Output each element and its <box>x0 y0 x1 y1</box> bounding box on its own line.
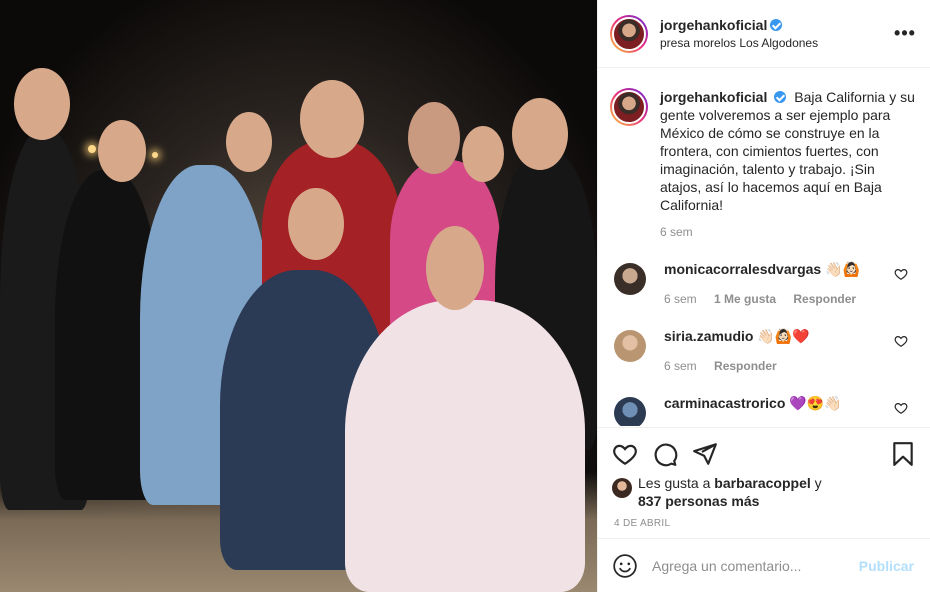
person-head <box>98 120 146 182</box>
comments-list[interactable]: jorgehankoficial Baja California y su ge… <box>598 68 930 426</box>
comment-body: siria.zamudio 👋🏻🙆🏻❤️ 6 sem Responder <box>664 328 894 373</box>
comment-body: carminacastrorico 💜😍👋🏻 <box>664 395 894 412</box>
likes-prefix: Les gusta a <box>638 475 711 491</box>
comment-item: siria.zamudio 👋🏻🙆🏻❤️ 6 sem Responder <box>610 328 916 373</box>
comment-username[interactable]: carminacastrorico <box>664 395 785 411</box>
more-options-icon[interactable]: ••• <box>894 23 916 44</box>
post-header: jorgehankoficial presa morelos Los Algod… <box>598 0 930 68</box>
action-icons <box>612 438 916 470</box>
post-header-meta: jorgehankoficial presa morelos Los Algod… <box>660 17 894 50</box>
comment-body: monicacorralesdvargas 👋🏻🙆🏻 6 sem 1 Me gu… <box>664 261 894 306</box>
comment-meta: 6 sem Responder <box>664 359 894 373</box>
caption: jorgehankoficial Baja California y su ge… <box>610 88 916 214</box>
comment-heart-icon[interactable] <box>894 267 908 281</box>
comment-text: 👋🏻🙆🏻❤️ <box>757 328 810 344</box>
comment-line: carminacastrorico 💜😍👋🏻 <box>664 395 894 412</box>
comment-line: siria.zamudio 👋🏻🙆🏻❤️ <box>664 328 894 345</box>
comment-item: monicacorralesdvargas 👋🏻🙆🏻 6 sem 1 Me gu… <box>610 261 916 306</box>
author-avatar-image <box>612 16 646 51</box>
likes-connector: y <box>814 475 822 491</box>
likes-text: Les gusta a barbaracoppel y 837 personas… <box>638 474 822 510</box>
share-icon[interactable] <box>692 441 718 467</box>
post-date[interactable]: 4 DE ABRIL <box>614 518 916 529</box>
person-head <box>426 226 484 310</box>
person-head <box>226 112 272 172</box>
person-head <box>288 188 344 260</box>
person-head <box>14 68 70 140</box>
comment-avatar[interactable] <box>614 397 646 426</box>
person-head <box>408 102 460 174</box>
comment-line: monicacorralesdvargas 👋🏻🙆🏻 <box>664 261 894 278</box>
likes-count[interactable]: 837 personas más <box>638 493 759 509</box>
comment-username[interactable]: monicacorralesdvargas <box>664 261 821 277</box>
comment-meta: 6 sem 1 Me gusta Responder <box>664 292 894 306</box>
likes-summary: Les gusta a barbaracoppel y 837 personas… <box>612 474 916 510</box>
comment-avatar[interactable] <box>614 330 646 362</box>
emoji-icon[interactable] <box>612 553 638 579</box>
comment-item: carminacastrorico 💜😍👋🏻 <box>610 395 916 426</box>
liker-username[interactable]: barbaracoppel <box>714 475 810 491</box>
author-avatar[interactable] <box>610 14 648 53</box>
comment-heart-icon[interactable] <box>894 401 908 415</box>
caption-avatar-image <box>612 90 646 124</box>
post-photo[interactable] <box>0 0 597 592</box>
reply-button[interactable]: Responder <box>714 359 777 373</box>
person-head <box>300 80 364 158</box>
comment-time[interactable]: 6 sem <box>664 359 697 373</box>
author-username[interactable]: jorgehankoficial <box>660 17 767 33</box>
reply-button[interactable]: Responder <box>793 292 856 306</box>
comment-likes[interactable]: 1 Me gusta <box>714 292 776 306</box>
caption-body: jorgehankoficial Baja California y su ge… <box>660 88 916 214</box>
comment-time[interactable]: 6 sem <box>664 292 697 306</box>
comment-avatar[interactable] <box>614 263 646 295</box>
post-location[interactable]: presa morelos Los Algodones <box>660 36 894 50</box>
comment-text: 💜😍👋🏻 <box>789 395 842 411</box>
bookmark-icon[interactable] <box>890 441 916 467</box>
post-sidebar: jorgehankoficial presa morelos Los Algod… <box>597 0 930 592</box>
heart-icon[interactable] <box>612 441 638 467</box>
comment-text: 👋🏻🙆🏻 <box>825 261 860 277</box>
comment-username[interactable]: siria.zamudio <box>664 328 753 344</box>
caption-timestamp[interactable]: 6 sem <box>660 225 916 239</box>
post-actions: Les gusta a barbaracoppel y 837 personas… <box>598 427 930 529</box>
caption-text: Baja California y su gente volveremos a … <box>660 89 915 213</box>
comment-icon[interactable] <box>652 441 678 467</box>
background-light <box>88 145 96 153</box>
background-light <box>152 152 158 158</box>
caption-avatar[interactable] <box>610 88 648 126</box>
person-head <box>512 98 568 170</box>
add-comment-bar: Publicar <box>598 538 930 592</box>
verified-badge-icon <box>770 19 783 31</box>
liker-avatar[interactable] <box>612 478 632 498</box>
comment-input[interactable] <box>652 557 859 574</box>
author-line: jorgehankoficial <box>660 17 894 33</box>
person-figure <box>345 300 585 592</box>
verified-badge-icon <box>774 91 787 103</box>
comment-heart-icon[interactable] <box>894 334 908 348</box>
person-head <box>462 126 504 182</box>
publish-button[interactable]: Publicar <box>859 558 914 574</box>
caption-username[interactable]: jorgehankoficial <box>660 89 767 105</box>
